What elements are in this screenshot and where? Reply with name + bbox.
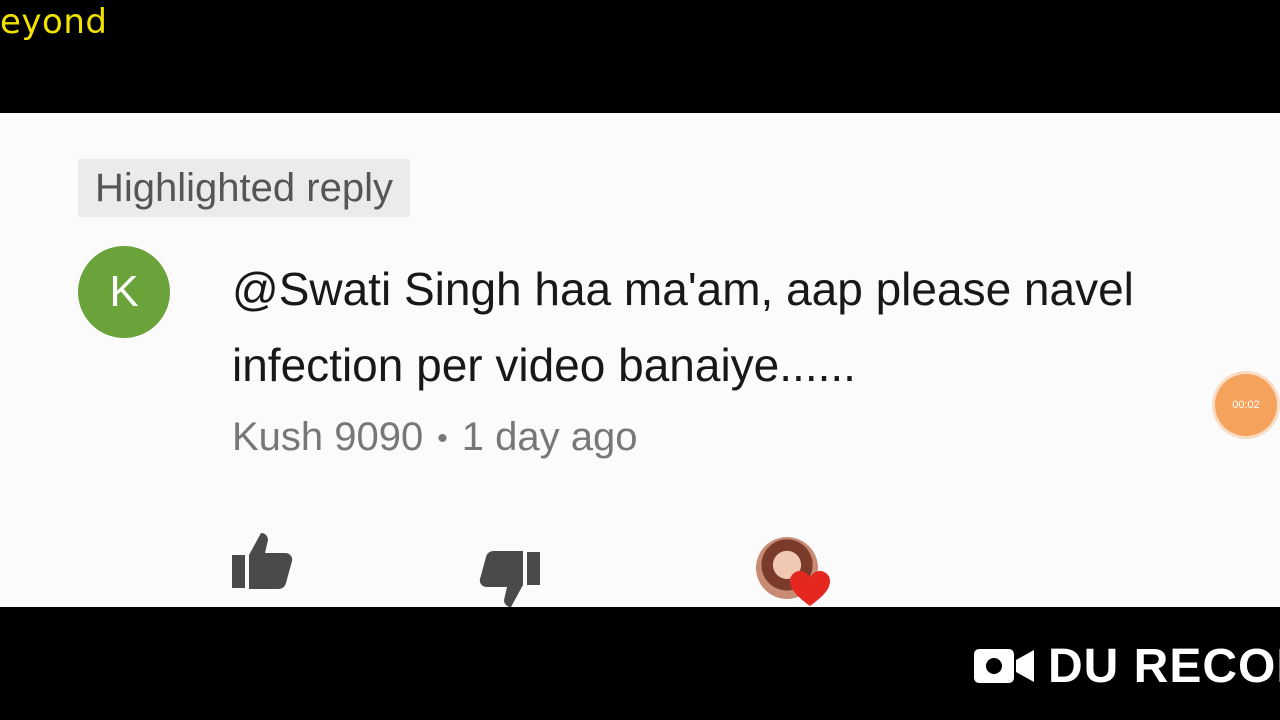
commenter-avatar[interactable]: K	[78, 246, 170, 338]
comment-meta: Kush 9090 • 1 day ago	[232, 415, 638, 460]
recorder-label: DU RECOR	[1048, 639, 1280, 693]
thumbs-up-icon[interactable]	[232, 531, 294, 589]
recorder-watermark: DU RECOR	[974, 639, 1280, 693]
comment-time: 1 day ago	[461, 415, 638, 459]
highlighted-reply-badge: Highlighted reply	[78, 159, 410, 217]
video-camera-icon	[974, 649, 1034, 683]
comment-body: @Swati Singh haa ma'am, aap please navel…	[232, 263, 1134, 391]
thumbs-down-icon[interactable]	[478, 551, 540, 607]
comment-screenshot: Highlighted reply K @Swati Singh haa ma'…	[0, 113, 1280, 607]
heart-icon	[790, 571, 830, 606]
comment-author[interactable]: Kush 9090	[232, 415, 423, 459]
meta-separator: •	[437, 422, 448, 456]
overlay-caption: eyond	[0, 2, 108, 42]
video-frame: eyond Highlighted reply K @Swati Singh h…	[0, 0, 1280, 720]
creator-heart-badge[interactable]	[756, 537, 836, 607]
recording-timer[interactable]: 00:02	[1215, 374, 1277, 436]
